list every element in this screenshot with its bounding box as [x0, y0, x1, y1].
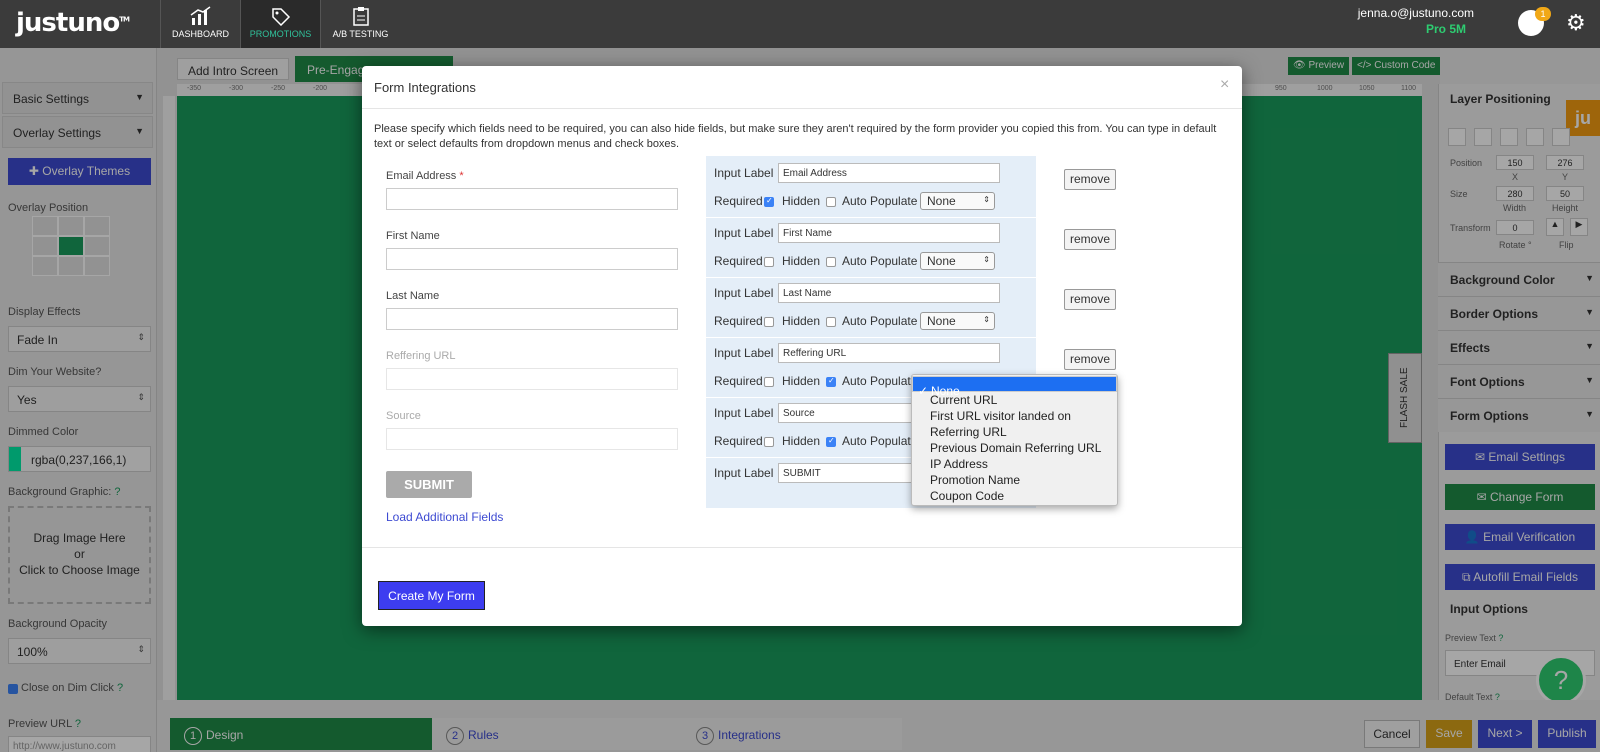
hidden-checkbox[interactable] — [826, 257, 836, 267]
field-label-source: Source — [386, 410, 421, 422]
required-checkbox[interactable] — [764, 377, 774, 387]
input-label-text: Input Label — [714, 166, 774, 180]
auto-populate-select[interactable]: None ⇕ — [920, 252, 995, 270]
notification-badge: 1 — [1535, 7, 1551, 21]
hidden-checkbox[interactable] — [826, 197, 836, 207]
gear-icon[interactable]: ⚙ — [1566, 10, 1586, 36]
submit-button-preview[interactable]: SUBMIT — [386, 471, 472, 498]
divider — [706, 217, 1036, 218]
divider — [362, 547, 1242, 548]
input-label-field[interactable]: Last Name — [778, 283, 1000, 303]
auto-populate-select[interactable]: None ⇕ — [920, 192, 995, 210]
input-label-field[interactable]: First Name — [778, 223, 1000, 243]
hidden-checkbox[interactable] — [826, 436, 836, 447]
field-label-referring-url: Reffering URL — [386, 350, 456, 362]
divider — [362, 108, 1242, 109]
dropdown-option[interactable]: Promotion Name — [912, 472, 1117, 488]
user-plan: Pro 5M — [1425, 22, 1466, 36]
modal-description: Please specify which fields need to be r… — [374, 123, 1217, 150]
dropdown-option[interactable]: First URL visitor landed on — [912, 408, 1117, 424]
top-navbar: justunoTM DASHBOARD PROMOTIONS A/B TESTI… — [0, 0, 1600, 48]
user-email[interactable]: jenna.o@justuno.com — [1358, 6, 1474, 20]
input-label-field[interactable]: Email Address — [778, 163, 1000, 183]
auto-populate-select[interactable]: None ⇕ — [920, 312, 995, 330]
create-my-form-button[interactable]: Create My Form — [378, 581, 485, 610]
divider — [706, 277, 1036, 278]
required-checkbox[interactable] — [764, 257, 774, 267]
field-label-email: Email Address * — [386, 170, 464, 182]
nav-tab-promotions[interactable]: PROMOTIONS — [240, 0, 320, 48]
remove-button[interactable]: remove — [1064, 229, 1116, 250]
justuno-logo[interactable]: justunoTM — [16, 8, 130, 38]
remove-button[interactable]: remove — [1064, 289, 1116, 310]
required-checkbox[interactable] — [764, 196, 774, 207]
tag-icon — [272, 8, 291, 26]
divider — [706, 337, 1036, 338]
required-checkbox[interactable] — [764, 317, 774, 327]
dropdown-option[interactable]: Coupon Code — [912, 488, 1117, 504]
referring-url-field-preview — [386, 368, 678, 390]
load-additional-fields-link[interactable]: Load Additional Fields — [386, 510, 503, 524]
hidden-checkbox[interactable] — [826, 376, 836, 387]
clipboard-icon — [353, 7, 369, 26]
field-label-first-name: First Name — [386, 230, 440, 242]
dropdown-option[interactable]: ✓ None — [912, 376, 1117, 398]
last-name-field-preview[interactable] — [386, 308, 678, 330]
required-checkbox[interactable] — [764, 437, 774, 447]
dashboard-chart-icon — [190, 6, 211, 25]
modal-title: Form Integrations — [374, 80, 476, 95]
email-field-preview[interactable] — [386, 188, 678, 210]
dropdown-option[interactable]: Referring URL — [912, 424, 1117, 440]
dropdown-option[interactable]: Previous Domain Referring URL — [912, 440, 1117, 456]
source-field-preview — [386, 428, 678, 450]
remove-button[interactable]: remove — [1064, 349, 1116, 370]
remove-button[interactable]: remove — [1064, 169, 1116, 190]
nav-tab-ab-testing[interactable]: A/B TESTING — [320, 0, 400, 48]
hidden-checkbox[interactable] — [826, 317, 836, 327]
nav-tab-dashboard[interactable]: DASHBOARD — [160, 0, 240, 48]
dropdown-option[interactable]: IP Address — [912, 456, 1117, 472]
close-icon[interactable]: × — [1220, 76, 1229, 94]
field-label-last-name: Last Name — [386, 290, 440, 302]
auto-populate-dropdown[interactable]: ✓ None Current URL First URL visitor land… — [911, 374, 1118, 506]
input-label-field[interactable]: Reffering URL — [778, 343, 1000, 363]
form-integrations-modal: Form Integrations × Please specify which… — [362, 66, 1242, 626]
first-name-field-preview[interactable] — [386, 248, 678, 270]
dropdown-option[interactable]: Current URL — [912, 392, 1117, 408]
